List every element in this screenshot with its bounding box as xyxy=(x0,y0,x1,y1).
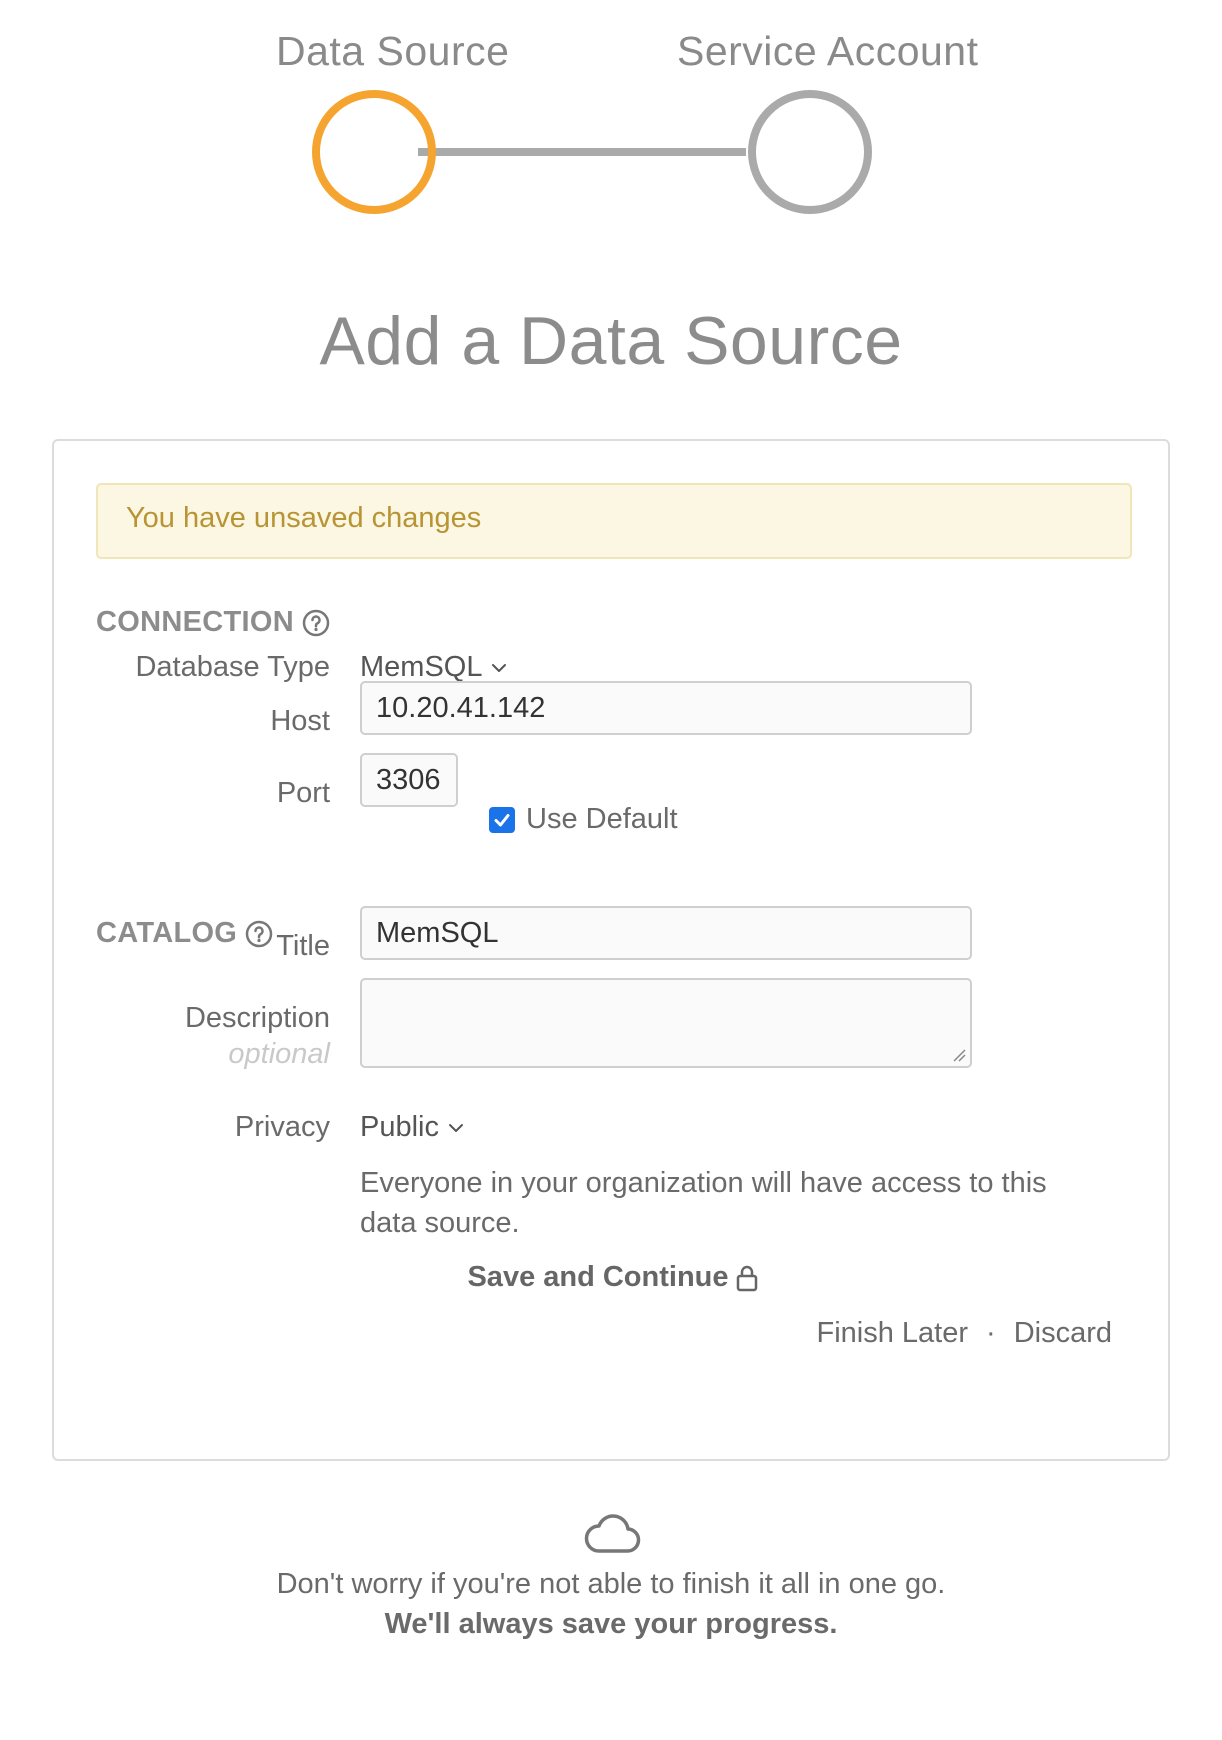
save-progress-note-bold: We'll always save your progress. xyxy=(384,1608,838,1640)
lock-icon xyxy=(736,1265,757,1291)
page-title: Add a Data Source xyxy=(319,303,903,379)
description-label: Description xyxy=(184,1002,330,1034)
catalog-section-title: CATALOG xyxy=(96,917,273,950)
privacy-label: Privacy xyxy=(234,1111,330,1143)
form-footer-links: Finish Later · Discard xyxy=(817,1317,1113,1350)
step-label-data-source: Data Source xyxy=(276,28,510,74)
question-circle-icon[interactable] xyxy=(302,609,330,637)
progress-stepper xyxy=(312,90,872,214)
step-circle-service-account[interactable] xyxy=(748,90,872,214)
save-progress-note: Don't worry if you're not able to finish… xyxy=(276,1568,946,1600)
description-textarea[interactable] xyxy=(360,978,972,1068)
database-type-label: Database Type xyxy=(135,651,330,683)
privacy-description: Everyone in your organization will have … xyxy=(360,1167,1047,1239)
host-label: Host xyxy=(270,705,330,737)
unsaved-changes-alert: You have unsaved changes xyxy=(96,483,1132,559)
port-input[interactable]: 3306 xyxy=(360,753,458,807)
discard-link[interactable]: Discard xyxy=(1014,1317,1112,1350)
use-default-label[interactable]: Use Default xyxy=(526,803,678,836)
title-label: Title xyxy=(276,930,330,962)
title-input[interactable]: MemSQL xyxy=(360,906,972,960)
description-optional-hint: optional xyxy=(228,1038,330,1070)
cloud-icon xyxy=(584,1514,641,1553)
save-button-label: Save and Continue xyxy=(467,1261,729,1293)
privacy-dropdown[interactable]: Public xyxy=(360,1111,465,1144)
catalog-section-label: CATALOG xyxy=(96,917,238,949)
data-source-form-card: You have unsaved changes CONNECTION Data… xyxy=(52,439,1170,1461)
checkmark-icon xyxy=(494,814,510,827)
chevron-down-icon xyxy=(449,1123,463,1132)
host-input[interactable]: 10.20.41.142 xyxy=(360,681,972,735)
resize-grip-icon[interactable] xyxy=(952,1048,966,1062)
database-type-value: MemSQL xyxy=(360,651,483,683)
link-separator: · xyxy=(986,1317,996,1349)
connection-section-label: CONNECTION xyxy=(96,606,294,638)
chevron-down-icon xyxy=(492,663,507,672)
port-label: Port xyxy=(276,777,330,809)
step-label-service-account: Service Account xyxy=(677,28,979,74)
database-type-dropdown[interactable]: MemSQL xyxy=(360,651,508,684)
connection-section-title: CONNECTION xyxy=(96,606,330,639)
save-and-continue-button[interactable]: Save and Continue xyxy=(54,1261,1172,1294)
step-circle-data-source[interactable] xyxy=(312,90,436,214)
use-default-checkbox[interactable] xyxy=(489,807,515,833)
finish-later-link[interactable]: Finish Later xyxy=(817,1317,969,1350)
privacy-value: Public xyxy=(360,1111,439,1143)
question-circle-icon[interactable] xyxy=(245,920,273,948)
